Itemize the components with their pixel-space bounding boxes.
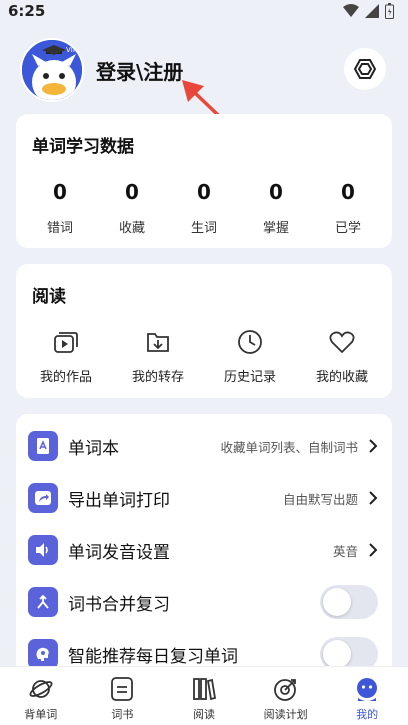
stat-value: 0 — [197, 180, 211, 204]
merge-review-row: 词书合并复习 — [16, 576, 392, 628]
signal-icon — [365, 4, 379, 18]
stat-mastered[interactable]: 0 掌握 — [246, 180, 306, 236]
tab-profile-label: 我的 — [356, 708, 379, 721]
stat-value: 0 — [53, 180, 67, 204]
battery-icon — [385, 3, 394, 19]
user-icon — [357, 678, 378, 701]
tab-reading[interactable]: 阅读 — [168, 667, 240, 725]
wordbook-row[interactable]: 单词本 收藏单词列表、自制词书 — [16, 420, 392, 472]
my-works-button[interactable]: 我的作品 — [26, 328, 106, 385]
heart-icon — [329, 331, 355, 354]
history-button[interactable]: 历史记录 — [210, 328, 290, 385]
stat-label: 收藏 — [118, 221, 145, 236]
stat-learned[interactable]: 0 已学 — [318, 180, 378, 236]
pronunciation-label: 单词发音设置 — [68, 542, 170, 563]
books-icon — [193, 678, 217, 701]
stat-label: 错词 — [46, 221, 73, 236]
avatar-badge: VIP — [66, 46, 77, 54]
settings-list: 单词本 收藏单词列表、自制词书 导出单词打印 自由默写出题 单词发音设置 英音 … — [16, 414, 392, 674]
login-register-link[interactable]: 登录\注册 — [96, 56, 183, 85]
tab-reading-label: 阅读 — [192, 708, 215, 721]
tab-profile[interactable]: 我的 — [331, 667, 403, 725]
share-arrow-icon — [28, 483, 58, 513]
stat-wrong-words[interactable]: 0 错词 — [30, 180, 90, 236]
pronunciation-row[interactable]: 单词发音设置 英音 — [16, 524, 392, 576]
brain-icon — [28, 639, 58, 669]
chevron-right-icon — [369, 543, 378, 557]
export-print-row[interactable]: 导出单词打印 自由默写出题 — [16, 472, 392, 524]
my-favorites-button[interactable]: 我的收藏 — [302, 328, 382, 385]
reading-card: 阅读 我的作品 我的转存 历史记录 我的收藏 — [16, 264, 392, 398]
stat-label: 已学 — [334, 221, 361, 236]
export-print-label: 导出单词打印 — [68, 490, 170, 511]
smart-recommend-label: 智能推荐每日复习单词 — [68, 646, 238, 667]
tab-wordbook-label: 词书 — [111, 708, 134, 721]
merge-review-toggle[interactable] — [320, 585, 378, 619]
reading-row: 我的作品 我的转存 历史记录 我的收藏 — [16, 328, 392, 385]
toggle-knob — [323, 640, 351, 668]
tab-reading-plan[interactable]: 阅读计划 — [250, 667, 322, 725]
hexagon-settings-icon — [354, 59, 376, 79]
my-saved-button[interactable]: 我的转存 — [118, 328, 198, 385]
stats-row: 0 错词 0 收藏 0 生词 0 掌握 0 已学 — [16, 180, 392, 236]
bottom-tab-bar: 背单词 词书 阅读 阅读计划 我的 — [0, 666, 408, 725]
avatar[interactable]: VIP — [20, 38, 84, 102]
stat-value: 0 — [341, 180, 355, 204]
status-time: 6:25 — [8, 2, 46, 20]
stat-new-words[interactable]: 0 生词 — [174, 180, 234, 236]
stat-label: 生词 — [190, 221, 217, 236]
word-stats-card: 单词学习数据 0 错词 0 收藏 0 生词 0 掌握 0 已学 — [16, 114, 392, 248]
merge-icon — [28, 587, 58, 617]
clock-icon — [238, 330, 262, 354]
wordbook-icon — [111, 677, 134, 701]
wordbook-label: 单词本 — [68, 438, 119, 459]
planet-icon — [29, 680, 53, 698]
pronunciation-hint: 英音 — [332, 543, 358, 559]
tab-wordbook[interactable]: 词书 — [86, 667, 158, 725]
reading-title: 阅读 — [32, 287, 66, 307]
toggle-knob — [323, 588, 351, 616]
stat-label: 掌握 — [262, 221, 289, 236]
tab-memorize[interactable]: 背单词 — [5, 667, 77, 725]
tab-reading-plan-label: 阅读计划 — [263, 708, 308, 721]
duck-mascot-icon: VIP — [22, 40, 82, 100]
my-works-label: 我的作品 — [39, 370, 92, 385]
export-print-hint: 自由默写出题 — [282, 491, 358, 507]
wifi-icon — [343, 4, 359, 17]
tab-memorize-label: 背单词 — [24, 708, 58, 721]
chevron-right-icon — [369, 439, 378, 453]
stat-value: 0 — [269, 180, 283, 204]
settings-button[interactable] — [344, 48, 386, 90]
stat-value: 0 — [125, 180, 139, 204]
word-stats-title: 单词学习数据 — [32, 137, 134, 157]
history-label: 历史记录 — [223, 370, 276, 385]
book-icon — [28, 431, 58, 461]
target-icon — [273, 679, 296, 701]
download-box-icon — [147, 333, 169, 352]
status-icons — [343, 3, 394, 19]
video-play-icon — [54, 332, 78, 353]
my-saved-label: 我的转存 — [131, 370, 184, 385]
status-bar: 6:25 — [0, 0, 408, 22]
merge-review-label: 词书合并复习 — [68, 594, 170, 615]
my-favorites-label: 我的收藏 — [315, 370, 368, 385]
stat-favorites[interactable]: 0 收藏 — [102, 180, 162, 236]
chevron-right-icon — [369, 491, 378, 505]
wordbook-hint: 收藏单词列表、自制词书 — [220, 439, 358, 455]
speaker-icon — [28, 535, 58, 565]
